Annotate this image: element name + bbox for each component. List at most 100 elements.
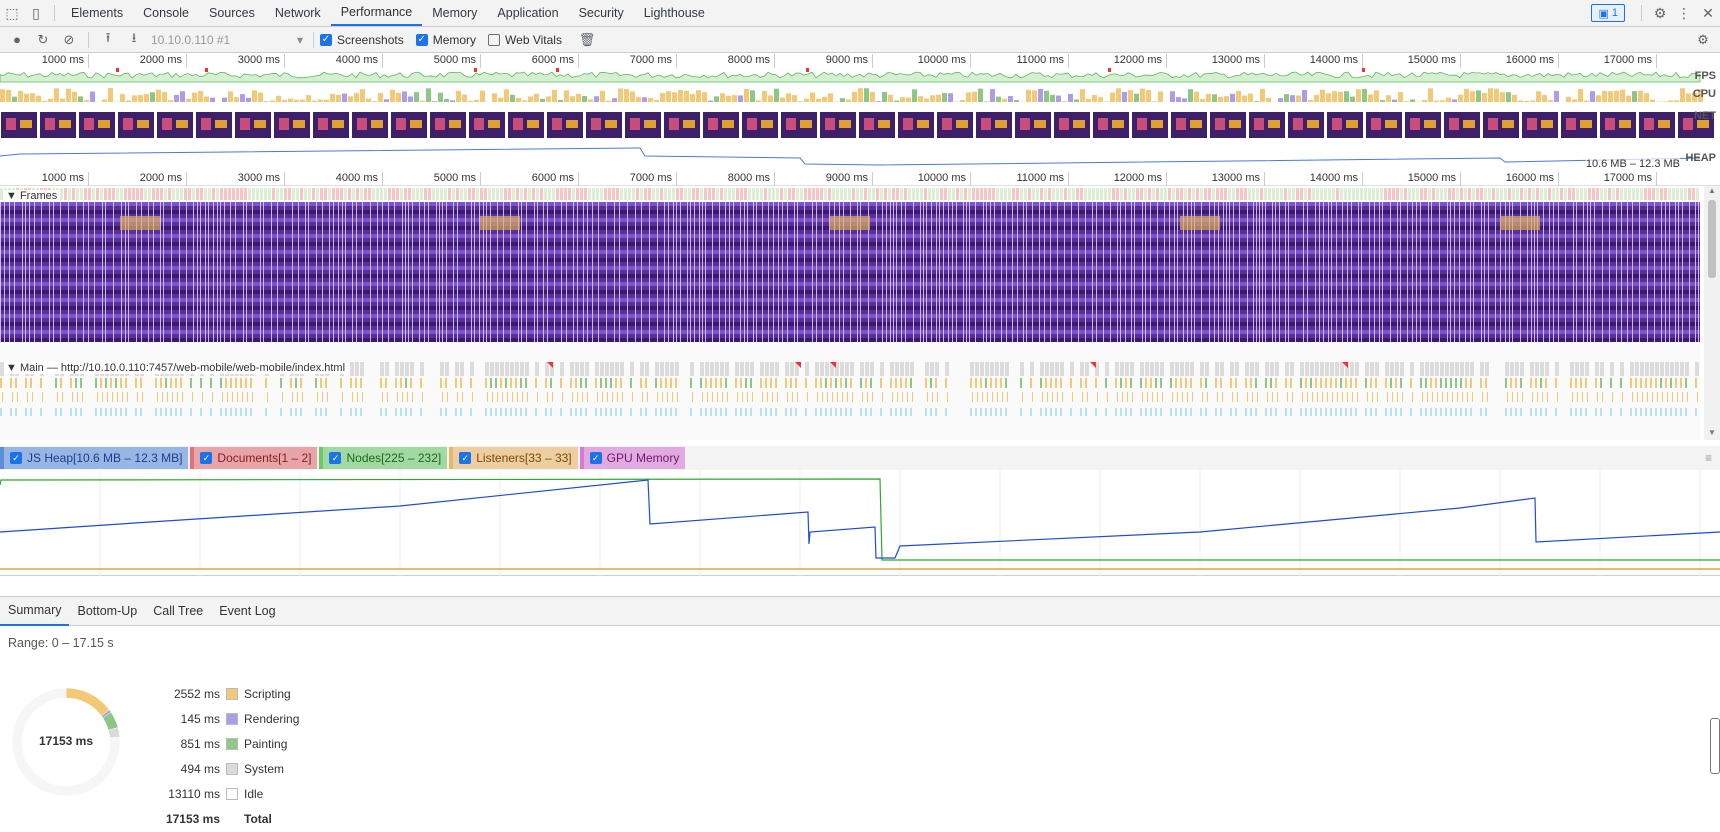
clear-icon[interactable]: ⊘ <box>56 28 82 52</box>
frame-block <box>1504 188 1507 200</box>
frame-block <box>1636 188 1639 200</box>
capture-settings-gear-icon[interactable]: ⚙ <box>1690 28 1716 52</box>
main-task-block <box>600 378 602 388</box>
frame-divider <box>271 202 272 342</box>
main-task-block <box>820 378 822 388</box>
main-task-block <box>402 392 403 402</box>
frame-divider <box>1473 202 1474 342</box>
cpu-activity-bar <box>1110 92 1115 102</box>
more-menu-icon[interactable]: ⋮ <box>1672 1 1696 25</box>
frames-track-header[interactable]: ▼ Frames <box>4 190 60 202</box>
tab-elements[interactable]: Elements <box>61 0 133 26</box>
main-task-block <box>1005 408 1007 416</box>
counter-toggle-0[interactable]: ✓ JS Heap[10.6 MB – 12.3 MB] <box>0 447 189 469</box>
frame-block <box>480 188 483 200</box>
main-task-block <box>880 408 882 416</box>
download-icon[interactable]: ⭳ <box>121 28 147 52</box>
main-task-block <box>615 378 617 388</box>
main-task-block <box>930 362 934 376</box>
scroll-up-icon[interactable]: ▲ <box>1704 186 1720 198</box>
counter-label: Listeners[33 – 33] <box>476 451 572 465</box>
frame-block <box>572 188 575 200</box>
scroll-down-icon[interactable]: ▼ <box>1704 428 1720 440</box>
screenshots-checkbox[interactable]: ✓ Screenshots <box>320 33 404 47</box>
frame-block <box>1028 188 1031 200</box>
main-task-block <box>142 392 143 402</box>
side-scroll-handle[interactable] <box>1710 718 1720 774</box>
main-task-block <box>380 408 382 416</box>
main-task-block <box>790 408 792 416</box>
cpu-activity-bar <box>1224 96 1229 102</box>
tab-application[interactable]: Application <box>487 0 568 26</box>
main-task-block <box>880 362 884 376</box>
main-task-block <box>1120 378 1122 388</box>
tab-memory[interactable]: Memory <box>422 0 487 26</box>
main-task-block <box>362 392 363 402</box>
record-icon[interactable]: ● <box>4 28 30 52</box>
timeline-overview[interactable]: 1000 ms 2000 ms 3000 ms 4000 ms 5000 ms 6000 … <box>0 54 1720 172</box>
tab-lighthouse[interactable]: Lighthouse <box>634 0 715 26</box>
main-task-block <box>170 408 172 416</box>
tab-event-log[interactable]: Event Log <box>211 597 283 626</box>
settings-gear-icon[interactable]: ⚙ <box>1648 1 1672 25</box>
memory-counter-graph[interactable] <box>0 470 1720 576</box>
flame-chart[interactable]: 1000 ms 2000 ms 3000 ms 4000 ms 5000 ms 6000 … <box>0 172 1720 440</box>
tab-performance[interactable]: Performance <box>330 0 423 26</box>
tab-call-tree[interactable]: Call Tree <box>145 597 211 626</box>
frame-block <box>540 188 543 200</box>
main-task-block <box>220 408 222 416</box>
upload-icon[interactable]: ⭱ <box>95 28 121 52</box>
main-task-block <box>1335 362 1339 376</box>
main-task-block <box>1462 392 1463 402</box>
web-vitals-checkbox[interactable]: Web Vitals <box>488 33 562 47</box>
tab-security[interactable]: Security <box>569 0 634 26</box>
main-task-block <box>1595 378 1597 388</box>
tab-console[interactable]: Console <box>133 0 199 26</box>
frame-block <box>1536 188 1539 200</box>
frame-block <box>1584 188 1587 200</box>
tab-network[interactable]: Network <box>265 0 331 26</box>
frame-divider <box>1279 202 1280 342</box>
cpu-activity-bar <box>732 95 737 102</box>
ruler-tick-label: 15000 ms <box>1407 54 1456 66</box>
reload-record-icon[interactable]: ↻ <box>30 28 56 52</box>
frame-block <box>188 188 191 200</box>
counter-toggle-3[interactable]: ✓ Listeners[33 – 33] <box>449 447 578 469</box>
flame-scrollbar[interactable]: ▲ ▼ <box>1704 186 1720 440</box>
tab-bottom-up[interactable]: Bottom-Up <box>69 597 145 626</box>
cpu-activity-bar <box>804 98 809 102</box>
screenshot-detail <box>332 120 344 128</box>
frame-block <box>628 188 631 200</box>
tab-sources[interactable]: Sources <box>199 0 265 26</box>
device-toggle-icon[interactable]: ▯ <box>24 1 48 25</box>
memory-checkbox[interactable]: ✓ Memory <box>415 33 476 47</box>
ruler-gridline <box>676 172 677 186</box>
frame-block <box>108 188 111 200</box>
main-track-header[interactable]: ▼ Main — http://10.10.0.110:7457/web-mob… <box>4 362 348 374</box>
frame-block <box>1448 188 1451 200</box>
inspect-element-icon[interactable]: ⬚ <box>0 1 24 25</box>
tab-summary[interactable]: Summary <box>0 597 70 626</box>
close-icon[interactable]: ✕ <box>1696 1 1720 25</box>
recording-select[interactable]: 10.10.0.110 #1 ▾ <box>147 30 307 50</box>
main-task-block <box>322 392 323 402</box>
resize-grip-icon[interactable]: ≡ <box>1705 451 1712 465</box>
frame-block <box>1548 188 1551 200</box>
range-label: Range: 0 – 17.15 s <box>8 636 114 650</box>
frame-divider <box>664 202 665 342</box>
frame-block <box>1192 188 1195 200</box>
main-task-block <box>1597 392 1598 402</box>
frame-block <box>840 188 843 200</box>
counter-toggle-1[interactable]: ✓ Documents[1 – 2] <box>190 447 318 469</box>
scrollbar-thumb[interactable] <box>1708 200 1716 278</box>
issues-badge[interactable]: ▣ 1 <box>1591 4 1625 22</box>
screenshot-detail <box>1151 120 1163 128</box>
counter-toggle-2[interactable]: ✓ Nodes[225 – 232] <box>319 447 448 469</box>
main-task-block <box>1655 362 1659 376</box>
trash-icon[interactable]: 🗑 <box>574 28 600 52</box>
main-task-block <box>520 408 522 416</box>
main-task-block <box>112 392 113 402</box>
cpu-activity-bar <box>1176 97 1181 102</box>
screenshot-detail <box>942 118 952 130</box>
counter-toggle-4[interactable]: ✓ GPU Memory <box>579 447 686 469</box>
